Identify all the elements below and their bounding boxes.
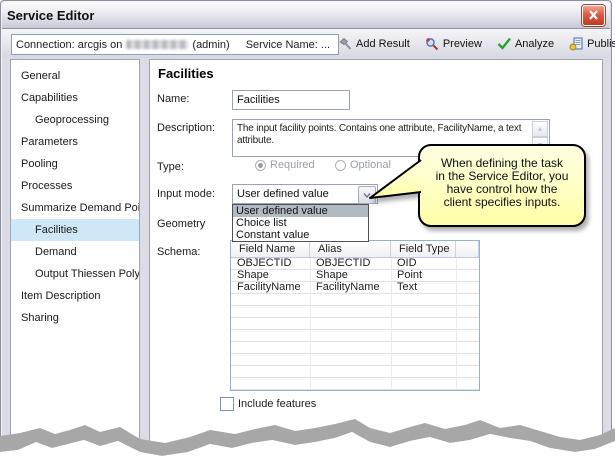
redacted-server-name <box>126 40 188 49</box>
table-row-facilityname[interactable]: FacilityName FacilityName Text <box>231 282 479 294</box>
preview-button[interactable]: Preview <box>425 37 482 51</box>
schema-label: Schema: <box>157 246 200 258</box>
column-header-extra <box>456 241 479 257</box>
scroll-up-button[interactable]: ▲ <box>532 121 548 137</box>
screenshot-page: { "window": { "title": "Service Editor" … <box>0 0 615 456</box>
cell-field-type: Text <box>391 282 456 293</box>
preview-label: Preview <box>443 38 482 50</box>
analyze-button[interactable]: Analyze <box>497 37 554 50</box>
radio-selected-icon <box>255 160 266 171</box>
input-mode-value: User defined value <box>237 185 329 203</box>
input-mode-label: Input mode: <box>157 188 215 200</box>
sidebar-item-parameters[interactable]: Parameters <box>11 131 139 153</box>
input-mode-select[interactable]: User defined value <box>232 184 378 204</box>
page-title: Facilities <box>158 66 214 81</box>
cell-alias: OBJECTID <box>310 258 391 269</box>
cell-alias: FacilityName <box>310 282 391 293</box>
add-result-label: Add Result <box>356 38 410 50</box>
geometry-label: Geometry <box>157 218 205 230</box>
service-name-label: Service Name: ... <box>246 39 330 51</box>
connection-admin-label: (admin) <box>192 39 229 51</box>
hammer-icon <box>338 37 352 51</box>
toolbar-buttons: Add Result Preview Analyze <box>338 29 606 58</box>
name-input[interactable]: Facilities <box>232 90 350 110</box>
magnifier-icon <box>425 37 439 51</box>
empty-table-row <box>231 378 479 390</box>
cell-field-name: OBJECTID <box>231 258 310 269</box>
sidebar-item-capabilities[interactable]: Capabilities <box>11 87 139 109</box>
sidebar: General Capabilities Geoprocessing Param… <box>10 59 140 445</box>
publish-button[interactable]: Publish <box>569 37 615 51</box>
cell-field-type: Point <box>391 270 456 281</box>
type-label: Type: <box>157 161 184 173</box>
cell-field-name: FacilityName <box>231 282 310 293</box>
empty-table-row <box>231 366 479 378</box>
column-divider <box>391 258 392 390</box>
schema-table-header: Field Name Alias Field Type <box>231 241 479 258</box>
sidebar-item-geoprocessing[interactable]: Geoprocessing <box>11 109 139 131</box>
schema-table: Field Name Alias Field Type OBJECTID OBJ… <box>230 240 480 391</box>
close-button[interactable] <box>582 5 605 26</box>
connection-label: Connection: arcgis on <box>16 39 122 51</box>
required-label: Required <box>270 159 315 171</box>
description-label: Description: <box>157 122 215 134</box>
toolbar: Connection: arcgis on (admin) Service Na… <box>2 29 610 58</box>
add-result-button[interactable]: Add Result <box>338 37 410 51</box>
dropdown-option-constant-value[interactable]: Constant value <box>233 229 368 241</box>
name-label: Name: <box>157 93 189 105</box>
sidebar-item-output-thiessen-polygons[interactable]: Output Thiessen Polygons <box>11 263 139 285</box>
column-divider <box>310 258 311 390</box>
cell-field-type: OID <box>391 258 456 269</box>
connection-field: Connection: arcgis on (admin) Service Na… <box>11 34 339 55</box>
column-divider <box>456 258 457 390</box>
input-mode-dropdown-list: User defined value Choice list Constant … <box>232 204 369 242</box>
publish-label: Publish <box>587 38 615 50</box>
sidebar-item-general[interactable]: General <box>11 65 139 87</box>
sidebar-item-sharing[interactable]: Sharing <box>11 307 139 329</box>
check-icon <box>497 37 511 50</box>
column-header-field-type: Field Type <box>391 241 456 257</box>
type-radio-required: Required <box>255 159 315 171</box>
radio-unselected-icon <box>335 160 346 171</box>
sidebar-item-processes[interactable]: Processes <box>11 175 139 197</box>
window-title: Service Editor <box>7 8 94 23</box>
main-panel: Facilities Name: Facilities Description:… <box>149 59 603 447</box>
close-icon <box>588 10 599 20</box>
table-row-objectid[interactable]: OBJECTID OBJECTID OID <box>231 258 479 270</box>
cell-alias: Shape <box>310 270 391 281</box>
column-header-alias: Alias <box>310 241 391 257</box>
sidebar-item-pooling[interactable]: Pooling <box>11 153 139 175</box>
window-titlebar: Service Editor <box>2 2 610 29</box>
publish-icon <box>569 37 583 51</box>
service-editor-window: Service Editor Connection: arcgis on (ad… <box>0 0 612 449</box>
column-header-field-name: Field Name <box>231 241 310 257</box>
table-row-shape[interactable]: Shape Shape Point <box>231 270 479 282</box>
sidebar-item-summarize-demand-points[interactable]: Summarize Demand Points By <box>11 197 139 219</box>
cell-field-name: Shape <box>231 270 310 281</box>
callout-line: client specifies inputs. <box>419 196 585 209</box>
sidebar-item-facilities[interactable]: Facilities <box>11 219 139 241</box>
callout-text: When defining the task in the Service Ed… <box>419 157 585 209</box>
empty-table-row <box>231 354 479 366</box>
sidebar-item-item-description[interactable]: Item Description <box>11 285 139 307</box>
empty-table-row <box>231 342 479 354</box>
empty-table-row <box>231 294 479 306</box>
schema-table-body: OBJECTID OBJECTID OID Shape Shape Point … <box>231 258 479 390</box>
empty-table-row <box>231 318 479 330</box>
empty-table-row <box>231 306 479 318</box>
torn-edge <box>0 405 615 456</box>
dropdown-option-choice-list[interactable]: Choice list <box>233 217 368 229</box>
analyze-label: Analyze <box>515 38 554 50</box>
dropdown-option-user-defined-value[interactable]: User defined value <box>233 205 368 217</box>
sidebar-item-demand[interactable]: Demand <box>11 241 139 263</box>
empty-table-row <box>231 330 479 342</box>
